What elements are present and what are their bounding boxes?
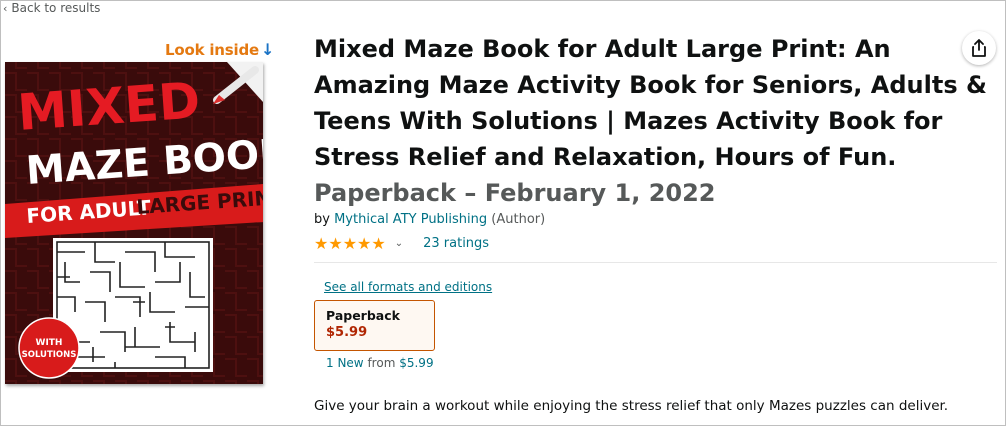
- cover-badge-solutions: SOLUTIONS: [22, 350, 77, 360]
- back-to-results-label: Back to results: [11, 1, 101, 15]
- divider: [314, 262, 997, 263]
- back-to-results-link[interactable]: ‹ Back to results: [3, 1, 100, 15]
- product-description: Give your brain a workout while enjoying…: [314, 398, 949, 414]
- by-label: by: [314, 212, 330, 227]
- offers-from-label: from: [367, 356, 396, 370]
- rating-row: ★ ★ ★ ★ ★ ⌄ 23 ratings: [314, 234, 489, 253]
- product-title: Mixed Maze Book for Adult Large Print: A…: [314, 35, 987, 171]
- format-swatch-paperback[interactable]: Paperback $5.99: [314, 300, 435, 351]
- swatch-price: $5.99: [326, 325, 368, 340]
- star-icon: ★: [357, 234, 371, 253]
- author-link[interactable]: Mythical ATY Publishing: [334, 212, 487, 227]
- byline: by Mythical ATY Publishing (Author): [314, 212, 545, 227]
- product-title-block: Mixed Maze Book for Adult Large Print: A…: [314, 31, 994, 211]
- star-rating[interactable]: ★ ★ ★ ★ ★: [314, 234, 386, 253]
- see-all-formats-link[interactable]: See all formats and editions: [324, 280, 492, 294]
- author-role: (Author): [491, 212, 546, 227]
- cover-badge-with: WITH: [36, 338, 63, 348]
- book-cover-image[interactable]: MIXED MAZE BOOK FOR ADULT LARGE PRINT WI…: [5, 62, 263, 384]
- offers-line: 1 New from $5.99: [326, 356, 434, 370]
- format-and-date: Paperback – February 1, 2022: [314, 179, 716, 207]
- look-inside-label: Look inside: [165, 40, 259, 59]
- offers-from-price[interactable]: $5.99: [399, 356, 433, 370]
- share-icon: [972, 39, 986, 57]
- chevron-left-icon: ‹: [3, 1, 8, 15]
- star-icon: ★: [371, 234, 385, 253]
- star-icon: ★: [314, 234, 328, 253]
- star-icon: ★: [328, 234, 342, 253]
- arrow-down-icon: ↓: [260, 40, 275, 59]
- share-button[interactable]: [962, 31, 996, 65]
- chevron-down-icon[interactable]: ⌄: [395, 238, 403, 249]
- ratings-count-link[interactable]: 23 ratings: [423, 236, 489, 251]
- new-offers-link[interactable]: 1 New: [326, 356, 364, 370]
- look-inside-button[interactable]: Look inside ↓: [165, 40, 274, 59]
- star-icon: ★: [342, 234, 357, 253]
- swatch-format-name: Paperback: [326, 308, 400, 323]
